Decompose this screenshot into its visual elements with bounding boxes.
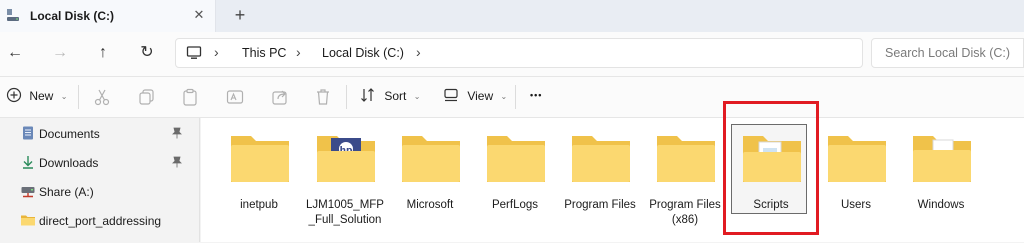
command-bar: New ⌄ Sort ⌄ View ⌄ ••• <box>0 77 1024 118</box>
file-list: inetpub hp LJM1005_MFP_Full_Solution Mic… <box>201 101 1024 242</box>
pin-icon[interactable] <box>172 156 182 168</box>
folder-label: PerfLogs <box>491 199 539 211</box>
folder-label: Microsoft <box>406 199 454 211</box>
folder-item[interactable]: Users <box>814 118 898 242</box>
breadcrumb-separator: › <box>296 44 301 60</box>
sidebar-item-share[interactable]: Share (A:) <box>0 179 200 203</box>
folder-item[interactable]: Program Files <box>558 118 642 242</box>
hp-folder-icon: hp <box>317 136 375 182</box>
folder-label: LJM1005_MFP_Full_Solution <box>306 199 384 226</box>
back-button[interactable]: ← <box>4 42 26 64</box>
plus-circle-icon <box>6 87 22 103</box>
forward-button[interactable]: → <box>49 42 71 64</box>
folder-icon <box>487 136 545 182</box>
folder-item[interactable]: PerfLogs <box>473 118 557 242</box>
drive-icon <box>7 9 19 21</box>
breadcrumb-this-pc[interactable]: This PC <box>242 46 286 60</box>
folder-icon <box>21 215 35 226</box>
share-icon[interactable] <box>270 87 290 107</box>
folder-item[interactable]: inetpub <box>217 118 301 242</box>
folder-with-files-icon <box>913 136 971 182</box>
folder-label: Scripts <box>753 199 789 211</box>
tab-title: Local Disk (C:) <box>30 9 115 23</box>
divider <box>515 85 516 109</box>
title-bar: Local Disk (C:) ✕ + <box>0 0 1024 32</box>
sort-label: Sort <box>384 89 407 103</box>
breadcrumb-separator: › <box>214 44 219 60</box>
folder-item[interactable]: hp LJM1005_MFP_Full_Solution <box>303 118 387 242</box>
new-tab-button[interactable]: + <box>230 5 250 25</box>
sidebar-item-label: Documents <box>39 127 100 141</box>
folder-item[interactable]: Microsoft <box>388 118 472 242</box>
address-bar[interactable]: › This PC › Local Disk (C:) › <box>175 38 863 68</box>
breadcrumb-local-disk[interactable]: Local Disk (C:) <box>322 46 404 60</box>
folder-icon <box>572 136 630 182</box>
refresh-button[interactable]: ↻ <box>136 42 158 64</box>
copy-icon[interactable] <box>137 87 157 107</box>
sort-button[interactable]: Sort ⌄ <box>360 87 420 107</box>
breadcrumb-expand-chevron[interactable]: › <box>416 44 421 60</box>
folder-item[interactable]: Windows <box>899 118 983 242</box>
up-button[interactable]: ↑ <box>92 42 114 64</box>
more-options-button[interactable]: ••• <box>530 90 542 110</box>
pin-icon[interactable] <box>172 127 182 139</box>
divider <box>346 85 347 109</box>
sidebar-item-label: Downloads <box>39 156 99 170</box>
folder-label: inetpub <box>240 199 278 211</box>
folder-label: Program Files <box>564 199 636 211</box>
network-drive-icon <box>21 187 35 198</box>
rename-icon[interactable] <box>225 87 245 107</box>
chevron-down-icon: ⌄ <box>413 92 421 102</box>
folder-icon <box>231 136 289 182</box>
paste-icon[interactable] <box>180 87 200 107</box>
chevron-down-icon: ⌄ <box>500 92 508 102</box>
folder-icon <box>402 136 460 182</box>
folder-label: Program Files (x86) <box>649 199 721 226</box>
folder-label: Windows <box>917 199 965 211</box>
new-label: New <box>29 89 54 103</box>
sidebar-item-documents[interactable]: Documents <box>0 121 200 145</box>
chevron-down-icon: ⌄ <box>60 92 68 102</box>
delete-icon[interactable] <box>313 87 333 107</box>
folder-with-files-icon <box>743 136 801 182</box>
navigation-bar: ← → ↑ ↻ › This PC › Local Disk (C:) › Se… <box>0 32 1024 77</box>
view-label: View <box>467 89 494 103</box>
sidebar-item-downloads[interactable]: Downloads <box>0 150 200 174</box>
folder-label: Users <box>840 199 872 211</box>
view-button[interactable]: View ⌄ <box>443 87 507 107</box>
tab-local-disk[interactable]: Local Disk (C:) ✕ <box>0 0 216 32</box>
folder-icon <box>657 136 715 182</box>
divider <box>78 85 79 109</box>
sidebar-item-label: Share (A:) <box>39 185 94 199</box>
sort-icon <box>361 88 374 102</box>
sidebar-item-label: direct_port_addressing <box>39 214 162 228</box>
download-icon <box>23 156 33 169</box>
close-tab-icon[interactable]: ✕ <box>190 6 208 24</box>
view-icon <box>444 88 458 102</box>
new-button[interactable]: New ⌄ <box>6 87 67 107</box>
folder-item[interactable]: Program Files (x86) <box>643 118 727 242</box>
computer-icon <box>186 46 202 59</box>
cut-icon[interactable] <box>92 87 112 107</box>
folder-item-selected[interactable]: Scripts <box>729 118 813 242</box>
documents-icon <box>23 126 33 140</box>
sidebar-item-direct-port-addressing[interactable]: direct_port_addressing <box>0 208 200 232</box>
search-input[interactable]: Search Local Disk (C:) <box>871 38 1024 68</box>
folder-icon <box>828 136 886 182</box>
navigation-pane: Documents Downloads Share (A:) direct_po… <box>0 118 200 242</box>
